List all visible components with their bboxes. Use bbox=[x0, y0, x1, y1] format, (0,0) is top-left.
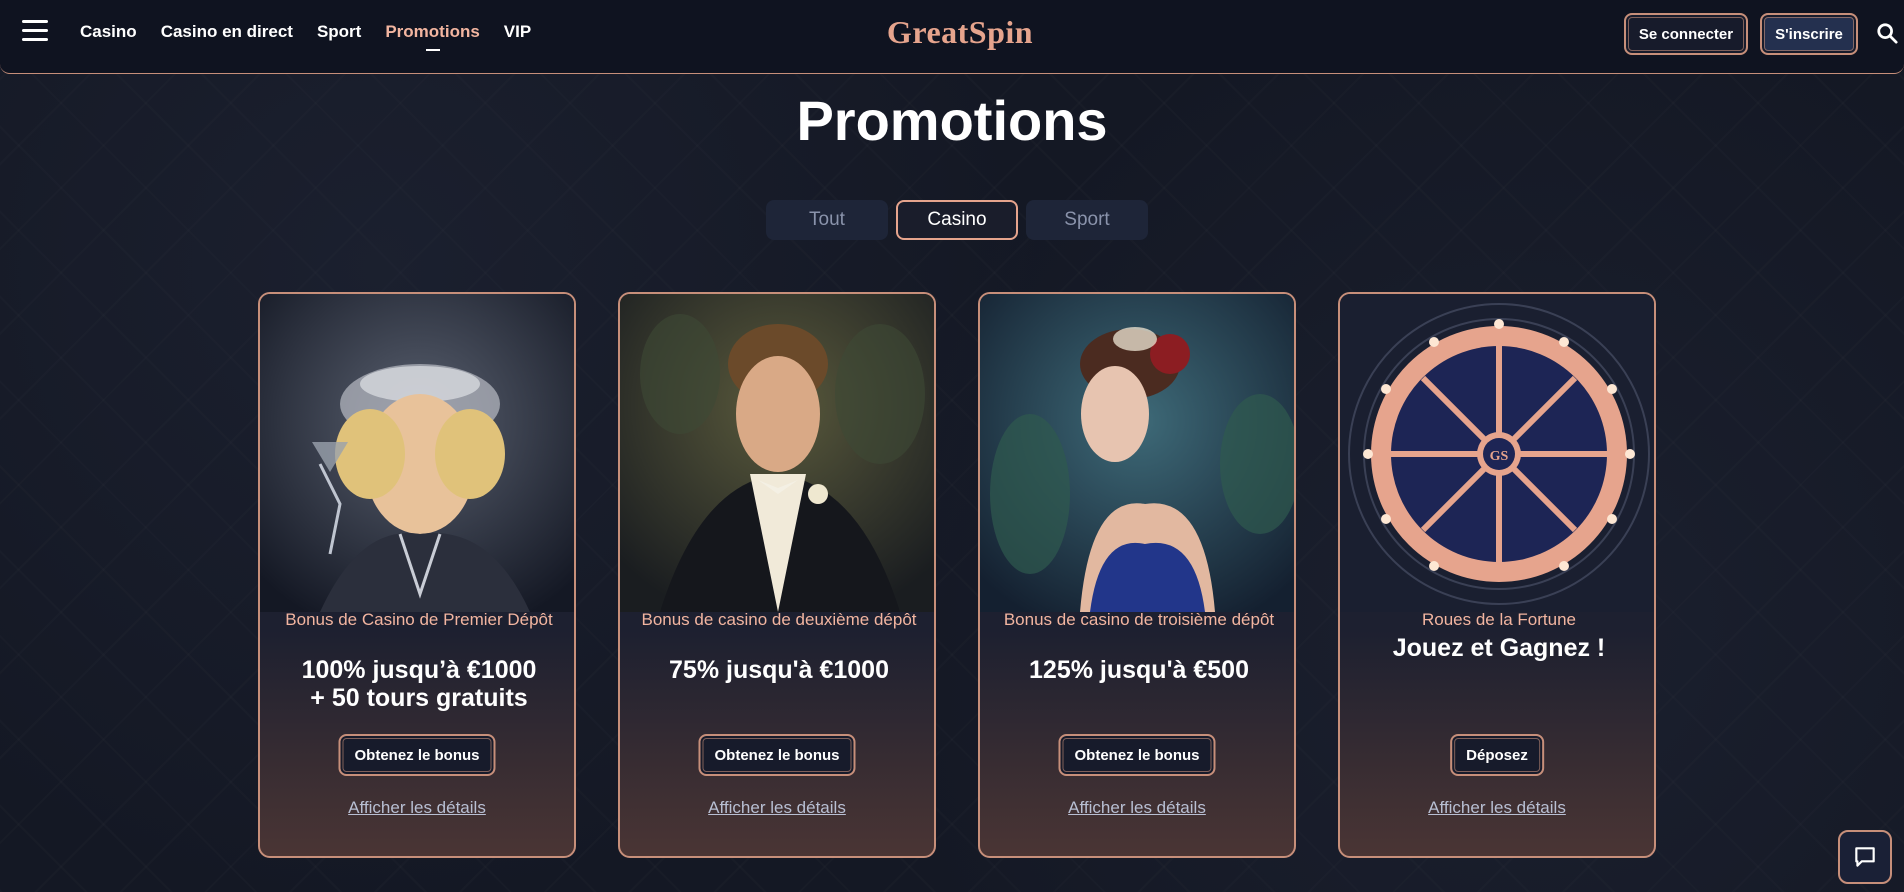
deposit-button[interactable]: Déposez bbox=[1450, 734, 1544, 776]
menu-icon[interactable] bbox=[22, 20, 48, 42]
svg-text:GS: GS bbox=[1490, 449, 1509, 464]
tab-sport[interactable]: Sport bbox=[1026, 200, 1148, 240]
page-title: Promotions bbox=[796, 89, 1108, 152]
tuxedo-man-image bbox=[620, 294, 934, 612]
chat-support-button[interactable] bbox=[1838, 830, 1892, 884]
promo-headline: Jouez et Gagnez ! bbox=[1392, 634, 1606, 662]
promotion-cards: Bonus de Casino de Premier Dépôt 100% ju… bbox=[258, 292, 1656, 858]
promo-headline: 125% jusqu'à €500 bbox=[1029, 656, 1249, 684]
login-button[interactable]: Se connecter bbox=[1624, 13, 1748, 55]
promo-card: Bonus de casino de troisième dépôt 125% … bbox=[978, 292, 1296, 858]
promo-headline: 75% jusqu'à €1000 bbox=[669, 656, 889, 684]
details-link[interactable]: Afficher les détails bbox=[260, 798, 574, 818]
search-icon[interactable] bbox=[1876, 22, 1898, 44]
main-nav: Casino Casino en direct Sport Promotions… bbox=[80, 22, 531, 42]
promo-headline-line2: + 50 tours gratuits bbox=[310, 684, 528, 712]
site-logo[interactable]: GreatSpin bbox=[874, 14, 1046, 51]
rose-woman-image bbox=[980, 294, 1294, 612]
nav-casino[interactable]: Casino bbox=[80, 22, 137, 42]
top-header: Casino Casino en direct Sport Promotions… bbox=[0, 0, 1904, 74]
promo-headline: 100% jusqu’à €1000 bbox=[301, 656, 537, 684]
promo-card: Bonus de casino de deuxième dépôt 75% ju… bbox=[618, 292, 936, 858]
nav-sport[interactable]: Sport bbox=[317, 22, 361, 42]
promo-subtitle: Bonus de Casino de Premier Dépôt bbox=[285, 610, 553, 629]
details-link[interactable]: Afficher les détails bbox=[1340, 798, 1654, 818]
promo-card: Bonus de Casino de Premier Dépôt 100% ju… bbox=[258, 292, 576, 858]
flapper-woman-image bbox=[260, 294, 574, 612]
signup-button[interactable]: S'inscrire bbox=[1760, 13, 1858, 55]
chat-icon bbox=[1855, 847, 1875, 867]
promo-subtitle: Roues de la Fortune bbox=[1421, 610, 1577, 629]
nav-promotions[interactable]: Promotions bbox=[385, 22, 479, 42]
tab-casino[interactable]: Casino bbox=[896, 200, 1018, 240]
details-link[interactable]: Afficher les détails bbox=[980, 798, 1294, 818]
get-bonus-button[interactable]: Obtenez le bonus bbox=[338, 734, 496, 776]
promo-subtitle: Bonus de casino de deuxième dépôt bbox=[641, 610, 917, 629]
get-bonus-button[interactable]: Obtenez le bonus bbox=[1058, 734, 1216, 776]
details-link[interactable]: Afficher les détails bbox=[620, 798, 934, 818]
promo-card: GS Roues de la Fortune Jouez et Gagnez !… bbox=[1338, 292, 1656, 858]
get-bonus-button[interactable]: Obtenez le bonus bbox=[698, 734, 856, 776]
fortune-wheel-image: GS bbox=[1340, 294, 1654, 612]
nav-live-casino[interactable]: Casino en direct bbox=[161, 22, 293, 42]
promo-subtitle: Bonus de casino de troisième dépôt bbox=[1003, 610, 1275, 629]
nav-vip[interactable]: VIP bbox=[504, 22, 531, 42]
category-tabs: Tout Casino Sport bbox=[766, 200, 1148, 240]
tab-all[interactable]: Tout bbox=[766, 200, 888, 240]
